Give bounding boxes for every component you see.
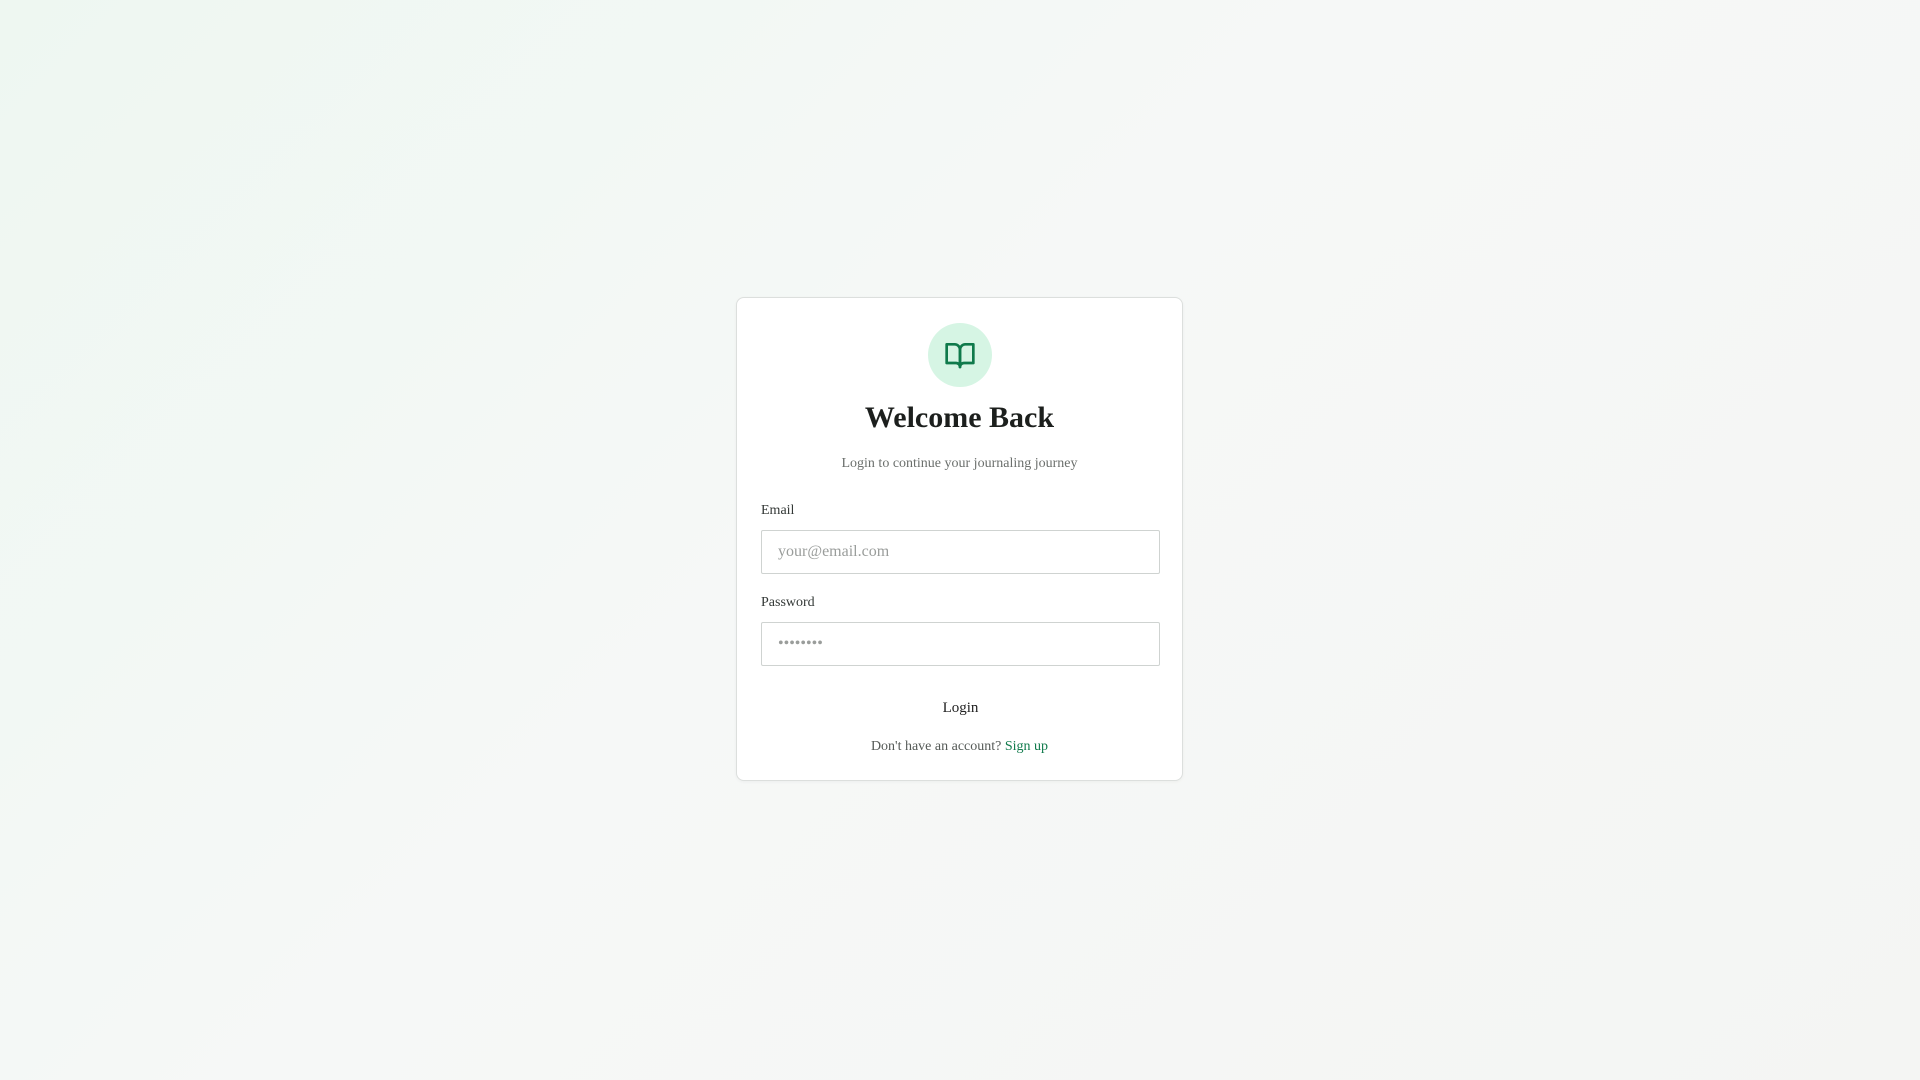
- email-field[interactable]: [761, 530, 1160, 574]
- signup-link[interactable]: Sign up: [1005, 739, 1048, 754]
- email-label: Email: [761, 503, 795, 518]
- login-button[interactable]: Login: [761, 688, 1160, 728]
- signup-row: Don't have an account? Sign up: [737, 738, 1182, 756]
- open-book-icon: [945, 343, 975, 369]
- page-subtitle: Login to continue your journaling journe…: [841, 456, 1078, 471]
- signup-prompt: Don't have an account?: [870, 739, 1005, 754]
- login-card: Welcome Back Login to continue your jour…: [736, 297, 1183, 781]
- logo-badge: [928, 323, 992, 387]
- page-title: Welcome Back: [864, 401, 1055, 434]
- password-label: Password: [761, 595, 815, 610]
- password-field[interactable]: [761, 622, 1160, 666]
